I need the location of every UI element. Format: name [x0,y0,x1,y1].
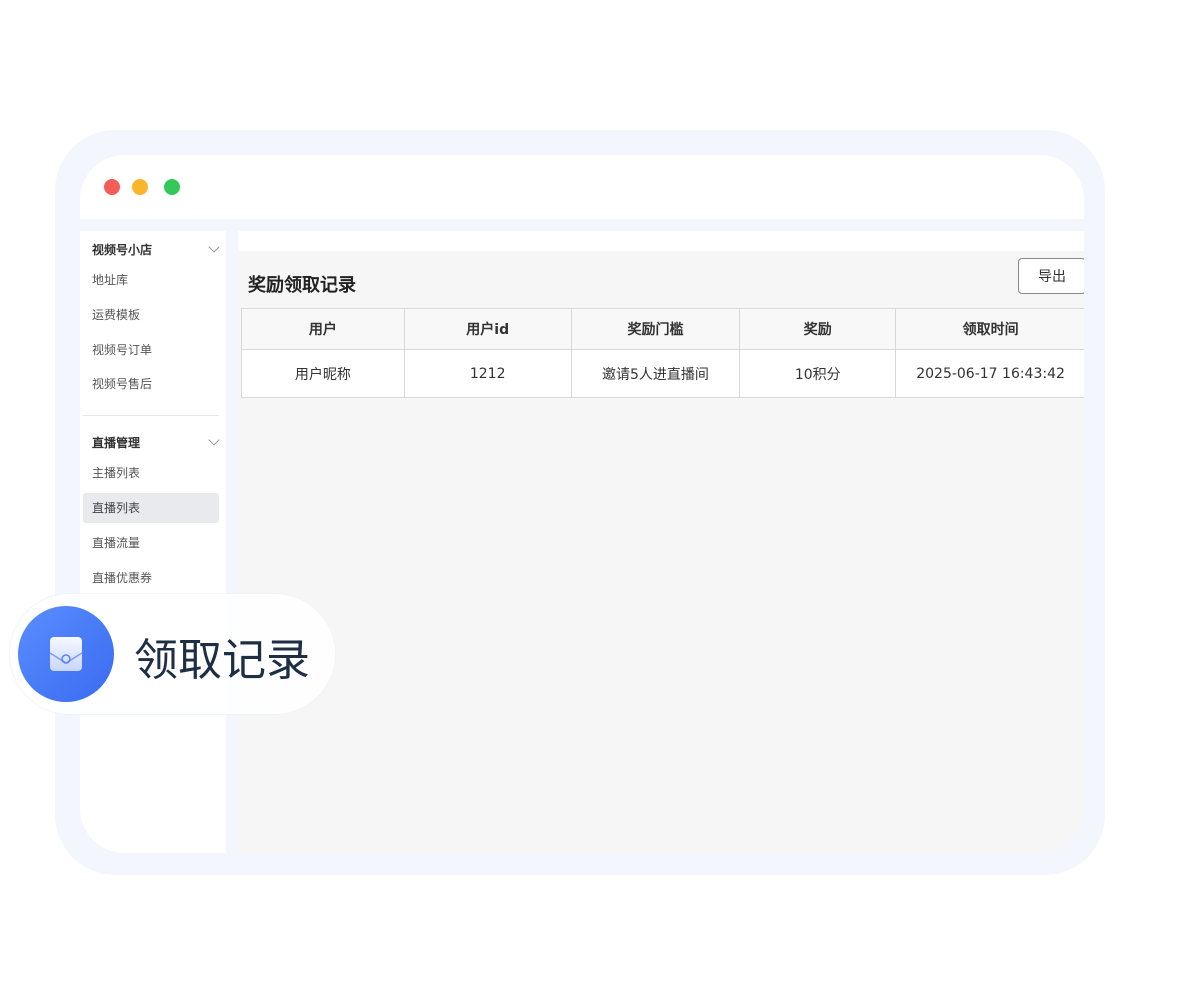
export-button[interactable]: 导出 [1018,258,1084,294]
sidebar-item-live-coupons[interactable]: 直播优惠券 [83,563,219,593]
badge-label: 领取记录 [134,635,310,686]
sidebar-item-after-sales[interactable]: 视频号售后 [83,369,219,399]
records-table: 用户 用户id 奖励门槛 奖励 领取时间 用户昵称 1212 邀请5人进直播间 … [241,308,1084,398]
sidebar-item-shipping-template[interactable]: 运费模板 [83,300,219,330]
column-header-claim-time: 领取时间 [895,308,1084,350]
cell-threshold: 邀请5人进直播间 [570,349,741,398]
sidebar-section-title: 视频号小店 [92,242,153,257]
cell-user-id: 1212 [403,349,572,398]
chevron-down-icon [208,434,220,446]
column-header-user-id: 用户id [403,308,572,350]
device-frame: 视频号小店 地址库 运费模板 视频号订单 视频号售后 直播管理 主播列表 直播列… [55,130,1105,875]
table-header-row: 用户 用户id 奖励门槛 奖励 领取时间 [241,308,1084,350]
close-window-button[interactable] [104,179,120,195]
sidebar-item-live-traffic[interactable]: 直播流量 [83,528,219,558]
titlebar-separator [80,219,1084,231]
sidebar-divider [83,415,219,416]
maximize-window-button[interactable] [164,179,180,195]
column-header-threshold: 奖励门槛 [570,308,741,350]
window-titlebar [80,155,1084,219]
chevron-down-icon [208,241,220,253]
table-row: 用户昵称 1212 邀请5人进直播间 10积分 2025-06-17 16:43… [241,349,1084,398]
sidebar-gap [226,231,238,853]
sidebar: 视频号小店 地址库 运费模板 视频号订单 视频号售后 直播管理 主播列表 直播列… [80,231,226,853]
sidebar-section-shop[interactable]: 视频号小店 [92,239,222,259]
page-title: 奖励领取记录 [248,275,356,296]
sidebar-section-live[interactable]: 直播管理 [92,432,222,452]
app-window: 视频号小店 地址库 运费模板 视频号订单 视频号售后 直播管理 主播列表 直播列… [80,155,1084,853]
sidebar-item-live-list[interactable]: 直播列表 [83,493,219,523]
cell-claim-time: 2025-06-17 16:43:42 [895,349,1084,398]
column-header-reward: 奖励 [739,308,897,350]
sidebar-item-channel-orders[interactable]: 视频号订单 [83,335,219,365]
feature-badge: 领取记录 [10,594,335,714]
badge-icon-circle [18,606,114,702]
sidebar-item-anchor-list[interactable]: 主播列表 [83,458,219,488]
column-header-user: 用户 [241,308,405,350]
main-content: 奖励领取记录 导出 用户 用户id 奖励门槛 奖励 领取时间 用户昵称 1212… [238,231,1084,853]
minimize-window-button[interactable] [132,179,148,195]
cell-user: 用户昵称 [241,349,405,398]
cell-reward: 10积分 [739,349,897,398]
main-top-strip [238,231,1084,251]
sidebar-section-title: 直播管理 [92,435,141,450]
sidebar-item-address-library[interactable]: 地址库 [83,265,219,295]
envelope-icon [49,637,83,671]
